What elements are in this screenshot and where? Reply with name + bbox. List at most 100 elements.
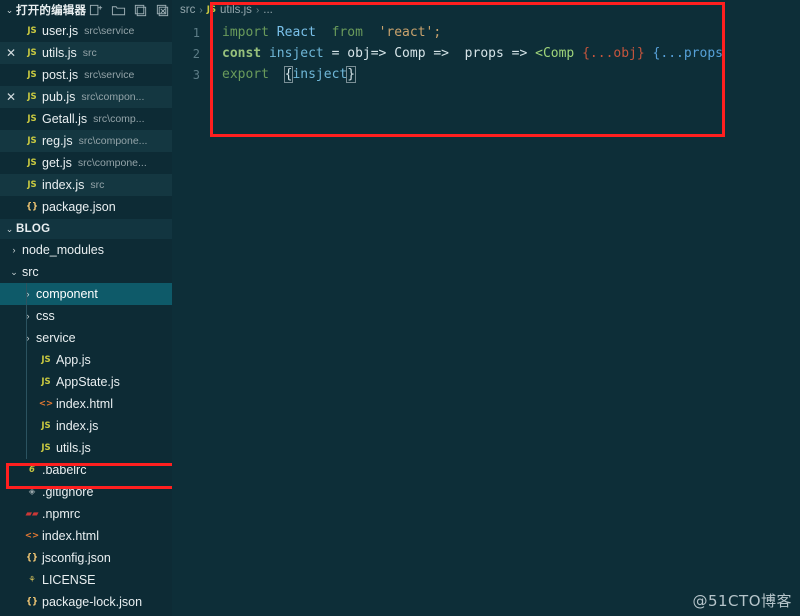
open-editor-filepath: src xyxy=(82,47,97,59)
token-jsx-tag: <Comp xyxy=(535,46,575,61)
tree-file-item[interactable]: · ◈ .gitignore xyxy=(0,481,172,503)
tree-file-item[interactable]: ·<>index.html xyxy=(0,525,172,547)
code-content[interactable]: 1 import React from 'react'; 2 const ins… xyxy=(172,20,800,85)
tree-item-label: src xyxy=(22,265,39,279)
tree-item-label: .npmrc xyxy=(42,507,81,521)
tree-folder-item[interactable]: › component xyxy=(0,283,172,305)
new-folder-icon[interactable] xyxy=(111,3,126,18)
tree-file-item[interactable]: · JS App.js xyxy=(0,349,172,371)
tree-indent: · xyxy=(6,598,22,607)
token-close-brace: } xyxy=(346,66,357,83)
code-text[interactable]: import React from 'react'; xyxy=(212,25,441,40)
new-file-icon[interactable] xyxy=(89,3,104,18)
open-editor-filename: pub.js xyxy=(42,90,76,104)
tree-indent: · xyxy=(20,444,36,453)
code-text[interactable]: export {insject} xyxy=(212,66,357,83)
chevron-right-icon[interactable]: › xyxy=(20,333,36,343)
vscode-window: ⌄ 打开的编辑器 JS user.js src\service ✕ JS uti… xyxy=(0,0,800,616)
line-number: 1 xyxy=(192,25,200,40)
tree-folder-item[interactable]: › css xyxy=(0,305,172,327)
tree-folder-item[interactable]: ⌄ src xyxy=(0,261,172,283)
breadcrumb[interactable]: src › JS utils.js › ... xyxy=(172,0,800,20)
token-props: props xyxy=(464,46,504,61)
tree-indent: · xyxy=(6,576,22,585)
babel-file-icon: 6 xyxy=(29,465,35,475)
tree-file-item[interactable]: ·▰▰.npmrc xyxy=(0,503,172,525)
js-file-icon: JS xyxy=(41,355,51,365)
breadcrumb-separator-icon: › xyxy=(255,4,260,16)
tree-file-item[interactable]: · JS index.js xyxy=(0,415,172,437)
open-editor-item[interactable]: JS index.js src xyxy=(0,174,172,196)
tree-item-label: utils.js xyxy=(56,441,91,455)
tree-item-label: LICENSE xyxy=(42,573,96,587)
breadcrumb-file[interactable]: utils.js xyxy=(220,4,252,16)
open-editors-header[interactable]: ⌄ 打开的编辑器 xyxy=(0,0,172,20)
tree-item-label: jsconfig.json xyxy=(42,551,111,565)
open-editor-filepath: src\comp... xyxy=(93,113,145,125)
tree-file-item[interactable]: · 6 .babelrc xyxy=(0,459,172,481)
tree-folder-item[interactable]: › service xyxy=(0,327,172,349)
tree-indent: · xyxy=(6,488,22,497)
tree-file-item[interactable]: · ⚘ LICENSE xyxy=(0,569,172,591)
open-editor-item[interactable]: {} package.json xyxy=(0,196,172,218)
open-editor-item[interactable]: JS user.js src\service xyxy=(0,20,172,42)
token-from: from xyxy=(331,25,363,40)
js-file-icon: JS xyxy=(27,48,37,58)
tree-item-label: service xyxy=(36,331,76,345)
tree-indent: · xyxy=(6,532,22,541)
tree-folder-item[interactable]: › node_modules xyxy=(0,239,172,261)
token-comp: Comp xyxy=(394,46,426,61)
tree-indent: · xyxy=(6,466,22,475)
json-file-icon: {} xyxy=(25,597,39,607)
json-file-icon: {} xyxy=(25,553,39,563)
chevron-down-icon: ⌄ xyxy=(5,4,14,15)
tree-file-item[interactable]: · JS AppState.js xyxy=(0,371,172,393)
breadcrumb-folder[interactable]: src xyxy=(180,4,195,16)
workspace-folder-name: BLOG xyxy=(16,223,51,235)
open-editor-item[interactable]: ✕ JS utils.js src xyxy=(0,42,172,64)
tree-item-label: component xyxy=(36,287,98,301)
tree-indent: · xyxy=(20,378,36,387)
open-editor-filename: index.js xyxy=(42,178,85,192)
close-all-icon[interactable] xyxy=(155,3,170,18)
token-spread-props: {...props xyxy=(652,46,723,61)
tree-file-item[interactable]: ·{}package-lock.json xyxy=(0,591,172,613)
code-text[interactable]: const insject = obj=> Comp => props => <… xyxy=(212,46,723,61)
open-editor-item[interactable]: JS reg.js src\compone... xyxy=(0,130,172,152)
open-editor-item[interactable]: ✕ JS pub.js src\compon... xyxy=(0,86,172,108)
open-editor-filename: user.js xyxy=(42,24,79,38)
open-editor-item[interactable]: JS post.js src\service xyxy=(0,64,172,86)
indent-guide xyxy=(26,327,27,349)
open-editor-item[interactable]: JS get.js src\compone... xyxy=(0,152,172,174)
workspace-folder-header[interactable]: ⌄ BLOG xyxy=(0,219,172,239)
line-number: 2 xyxy=(192,46,200,61)
chevron-down-icon[interactable]: ⌄ xyxy=(6,267,22,277)
tree-indent: · xyxy=(20,400,36,409)
js-file-icon: JS xyxy=(27,70,37,80)
chevron-right-icon[interactable]: › xyxy=(20,289,36,299)
js-file-icon: JS xyxy=(41,421,51,431)
js-file-icon: JS xyxy=(27,92,37,102)
token-arrow: => xyxy=(433,46,450,61)
chevron-right-icon[interactable]: › xyxy=(20,311,36,321)
tree-file-item[interactable]: ·{}jsconfig.json xyxy=(0,547,172,569)
save-all-icon[interactable] xyxy=(133,3,148,18)
close-icon[interactable]: ✕ xyxy=(0,91,22,103)
token-const: const xyxy=(222,46,262,61)
open-editor-item[interactable]: JS Getall.js src\comp... xyxy=(0,108,172,130)
close-icon[interactable]: ✕ xyxy=(0,47,22,59)
token-obj-arrow: obj=> xyxy=(347,46,387,61)
tree-file-item[interactable]: ·<>index.html xyxy=(0,393,172,415)
token-export: export xyxy=(222,67,269,82)
chevron-right-icon[interactable]: › xyxy=(6,245,22,255)
watermark: @51CTO博客 xyxy=(692,592,792,610)
tree-file-item[interactable]: · JS utils.js xyxy=(0,437,172,459)
breadcrumb-symbol[interactable]: ... xyxy=(263,4,273,16)
indent-guide xyxy=(26,437,27,459)
